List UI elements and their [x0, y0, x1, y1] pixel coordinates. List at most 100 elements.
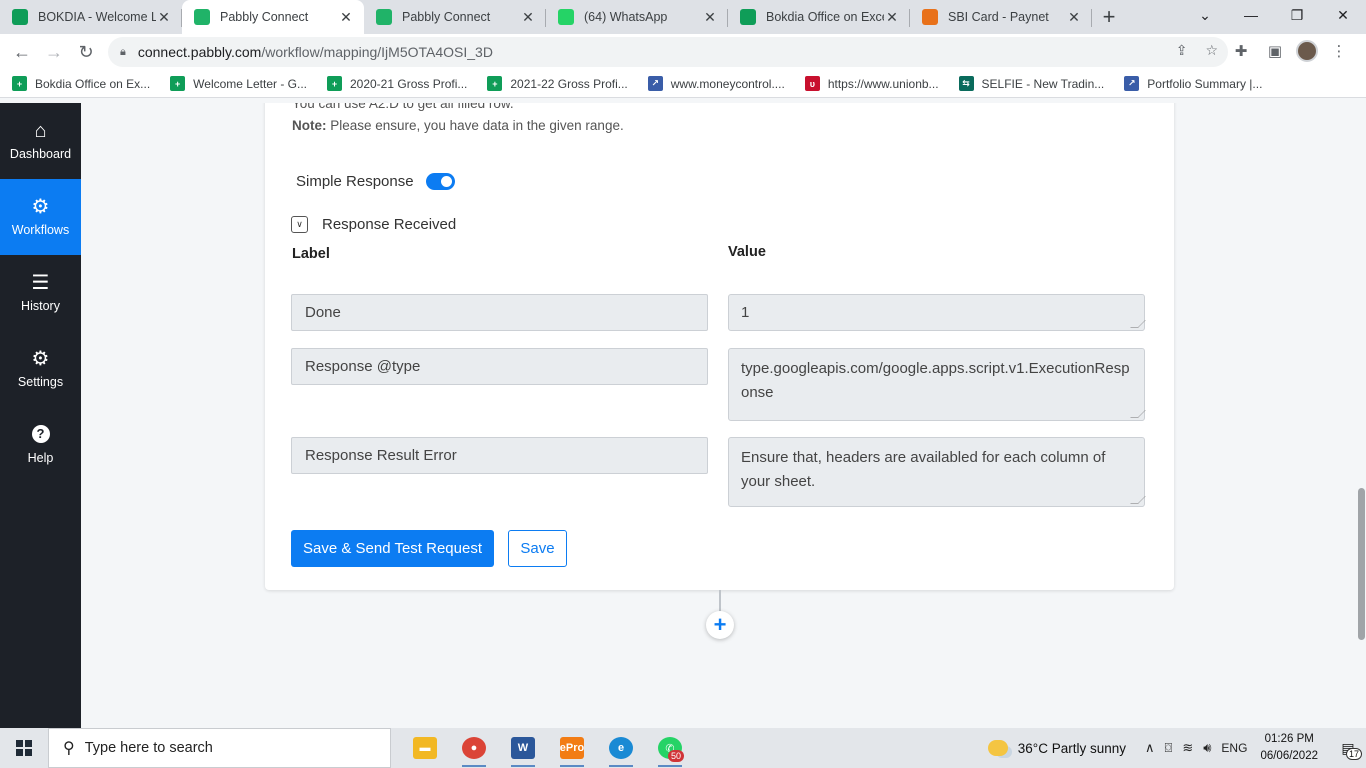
value-field-result-error[interactable]: Ensure that, headers are availabled for …	[728, 437, 1146, 507]
restore-icon[interactable]: ❐	[1274, 0, 1320, 30]
profile-avatar[interactable]	[1296, 40, 1318, 62]
reload-icon[interactable]: ↻	[70, 36, 102, 68]
history-list-icon: ☰	[31, 272, 50, 294]
whatsapp-icon	[558, 9, 574, 25]
bookmark-label: 2020-21 Gross Profi...	[349, 76, 468, 91]
simple-response-toggle[interactable]	[425, 173, 455, 190]
browser-tab[interactable]: SBI Card - Paynet ✕	[910, 0, 1092, 34]
sidebar-item-history[interactable]: ☰ History	[0, 255, 81, 331]
taskbar-app-word[interactable]: W	[503, 728, 543, 768]
help-icon: ?	[31, 425, 50, 443]
tab-title: (64) WhatsApp	[584, 10, 668, 24]
browser-tab[interactable]: (64) WhatsApp ✕	[546, 0, 728, 34]
meet-icon[interactable]: ⌼	[1165, 740, 1173, 756]
close-window-icon[interactable]: ✕	[1320, 0, 1366, 30]
forward-icon[interactable]: →	[38, 36, 70, 68]
address-bar[interactable]: 🔒︎ connect.pabbly.com/workflow/mapping/I…	[108, 37, 1228, 67]
chevron-up-icon[interactable]: ∧	[1145, 740, 1155, 756]
taskbar-app-epro[interactable]: ePro	[552, 728, 592, 768]
taskbar-app-whatsapp[interactable]: ✆ 50	[650, 728, 690, 768]
bookmark-item[interactable]: ↗ Portfolio Summary |...	[1124, 76, 1262, 91]
bookmark-favicon-icon: υ	[804, 76, 820, 91]
close-tab-icon[interactable]: ✕	[156, 9, 172, 26]
chrome-menu-icon[interactable]: ⋮	[1326, 36, 1352, 66]
bookmark-item[interactable]: +2020-21 Gross Profi...	[326, 76, 468, 91]
windows-start-button[interactable]	[0, 728, 48, 768]
bookmark-item[interactable]: ⇆ SELFIE - New Tradin...	[958, 76, 1105, 91]
save-send-test-request-button[interactable]: Save & Send Test Request	[291, 530, 494, 567]
bookmark-item[interactable]: +2021-22 Gross Profi...	[487, 76, 628, 91]
system-tray: 36°C Partly sunny ∧ ⌼ ≋ 🔊︎ ENG 01:26 PM …	[987, 728, 1366, 768]
wifi-icon[interactable]: ≋	[1182, 740, 1193, 756]
save-button[interactable]: Save	[508, 530, 567, 567]
language-indicator[interactable]: ENG	[1221, 741, 1247, 755]
label-field-done[interactable]: Done	[291, 294, 708, 331]
weather-widget[interactable]: 36°C Partly sunny	[987, 740, 1126, 756]
sidebar-item-help[interactable]: ? Help	[0, 407, 81, 483]
step-connector	[719, 590, 721, 612]
taskbar-app-chrome[interactable]: ●	[454, 728, 494, 768]
browser-tab[interactable]: Pabbly Connect ✕	[364, 0, 546, 34]
taskbar-search[interactable]: ⚲ Type here to search	[48, 728, 391, 768]
label-field-result-error[interactable]: Response Result Error	[291, 437, 708, 474]
bookmark-item[interactable]: + Welcome Letter - G...	[170, 76, 307, 91]
notification-icon[interactable]: ▤ 17	[1330, 728, 1366, 768]
edge-icon: e	[609, 737, 633, 759]
taskbar-search-placeholder: Type here to search	[84, 740, 213, 756]
bookmark-favicon-icon: ⇆	[958, 76, 974, 91]
browser-tab[interactable]: Bokdia Office on Exce ✕	[728, 0, 910, 34]
bookmark-label: www.moneycontrol....	[670, 76, 785, 91]
minimize-icon[interactable]: —	[1228, 0, 1274, 30]
bookmark-favicon-icon: +	[170, 76, 186, 91]
home-icon: ⌂	[34, 120, 47, 142]
bookmark-item[interactable]: ↗ www.moneycontrol....	[647, 76, 785, 91]
sidebar-item-dashboard[interactable]: ⌂ Dashboard	[0, 103, 81, 179]
taskbar-app-edge[interactable]: e	[601, 728, 641, 768]
side-panel-icon[interactable]: ▣	[1262, 36, 1288, 66]
taskbar-app-file-explorer[interactable]: ▬	[405, 728, 445, 768]
close-tab-icon[interactable]: ✕	[1066, 9, 1082, 26]
value-field-done[interactable]: 1	[728, 294, 1146, 331]
taskbar-apps: ▬ ● WePro e ✆ 50	[405, 728, 690, 768]
close-tab-icon[interactable]: ✕	[702, 9, 718, 26]
sbi-icon	[922, 9, 938, 25]
close-tab-icon[interactable]: ✕	[338, 9, 354, 26]
extensions-icon[interactable]: ✚	[1228, 36, 1254, 66]
value-text: type.googleapis.com/google.apps.script.v…	[741, 360, 1130, 401]
close-tab-icon[interactable]: ✕	[520, 9, 536, 26]
add-step-button[interactable]: +	[706, 611, 734, 639]
close-tab-icon[interactable]: ✕	[884, 9, 900, 26]
label-field-response-type[interactable]: Response @type	[291, 348, 708, 385]
browser-tab[interactable]: BOKDIA - Welcome Le ✕	[0, 0, 182, 34]
pabbly-icon	[376, 9, 392, 25]
sidebar-item-workflows[interactable]: ⚙ Workflows	[0, 179, 81, 255]
sidebar-item-settings[interactable]: ⚙ Settings	[0, 331, 81, 407]
bookmark-item[interactable]: υ https://www.unionb...	[804, 76, 939, 91]
url-host: connect.pabbly.com	[137, 44, 262, 60]
bookmark-label: Portfolio Summary |...	[1147, 76, 1263, 91]
tab-search-icon[interactable]: ⌄	[1182, 0, 1228, 30]
action-mapping-card: You can use A2:D to get all filled row. …	[265, 103, 1174, 590]
page-scrollbar[interactable]	[1356, 103, 1366, 728]
chevron-down-icon[interactable]: ∨	[291, 216, 308, 233]
app-sidebar: ⌂ Dashboard ⚙ Workflows ☰ History ⚙ Settings? He…	[0, 103, 81, 728]
browser-tab[interactable]: Pabbly Connect ✕	[182, 0, 364, 34]
bookmark-label: Welcome Letter - G...	[193, 76, 307, 91]
clock[interactable]: 01:26 PM 06/06/2022	[1260, 731, 1318, 765]
value-column-header: Value	[728, 244, 766, 260]
volume-icon[interactable]: 🔊︎	[1203, 740, 1211, 756]
response-received-row[interactable]: ∨ Response Received	[291, 216, 456, 233]
tab-title: Bokdia Office on Exce	[766, 10, 884, 24]
bookmark-label: SELFIE - New Tradin...	[981, 76, 1105, 91]
tab-title: SBI Card - Paynet	[948, 10, 1049, 24]
bookmark-star-icon[interactable]: ☆	[1205, 42, 1218, 59]
value-text: 1	[741, 304, 750, 321]
value-field-response-type[interactable]: type.googleapis.com/google.apps.script.v…	[728, 348, 1146, 421]
back-icon[interactable]: ←	[6, 36, 38, 68]
scrollbar-thumb[interactable]	[1358, 488, 1365, 640]
notification-count: 17	[1345, 748, 1362, 760]
share-icon[interactable]: ⇪	[1176, 42, 1188, 59]
bookmark-item[interactable]: + Bokdia Office on Ex...	[12, 76, 150, 91]
simple-response-label: Simple Response	[296, 173, 414, 190]
new-tab-button[interactable]: +	[1092, 0, 1126, 34]
